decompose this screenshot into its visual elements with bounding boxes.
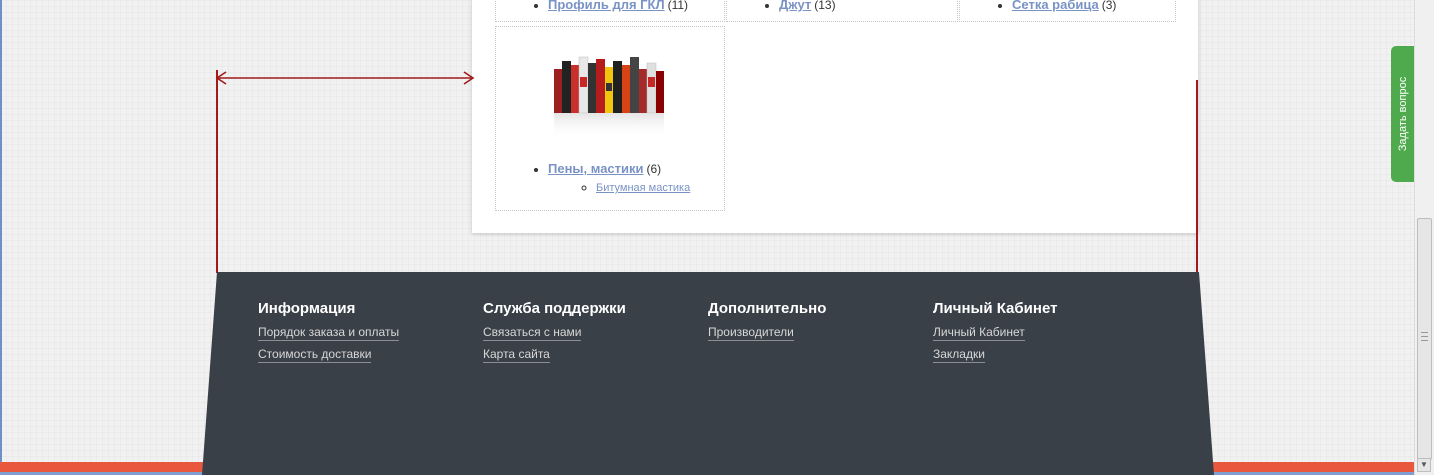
footer-link-order[interactable]: Порядок заказа и оплаты [258, 325, 400, 341]
category-cell: Сетка рабица(3) [959, 0, 1176, 22]
category-count: (3) [1101, 0, 1117, 12]
footer-column-info: Информация Порядок заказа и оплаты Стоим… [258, 300, 400, 369]
footer-link-manufacturers[interactable]: Производители [708, 325, 794, 341]
category-link[interactable]: Джут [779, 0, 811, 12]
category-link[interactable]: Сетка рабица [1012, 0, 1099, 12]
scroll-down-icon[interactable]: ▼ [1417, 458, 1431, 472]
category-count: (11) [667, 0, 689, 12]
category-cell: Джут(13) [726, 0, 958, 22]
product-image[interactable] [550, 47, 670, 145]
annotation-line-right [1196, 80, 1198, 273]
window-edge [0, 0, 2, 475]
footer-title: Личный Кабинет [933, 300, 1058, 317]
scrollbar-thumb[interactable] [1417, 218, 1432, 460]
footer-title: Служба поддержки [483, 300, 626, 317]
category-link[interactable]: Профиль для ГКЛ [548, 0, 665, 12]
category-count: (6) [646, 162, 662, 176]
ask-question-tab[interactable]: Задать вопрос [1391, 46, 1414, 182]
footer-column-account: Личный Кабинет Личный Кабинет Закладки [933, 300, 1057, 369]
footer-column-support: Служба поддержки Связаться с нами Карта … [483, 300, 626, 369]
footer-link-account[interactable]: Личный Кабинет [933, 325, 1025, 341]
footer-link-bookmarks[interactable]: Закладки [933, 347, 985, 363]
footer-title: Информация [258, 300, 356, 317]
vertical-scrollbar[interactable]: ▼ [1414, 0, 1433, 475]
footer-link-contact[interactable]: Связаться с нами [483, 325, 582, 341]
footer-link-delivery[interactable]: Стоимость доставки [258, 347, 372, 363]
category-cell-foams: Пены, мастики(6) Битумная мастика [495, 26, 725, 211]
ask-question-label: Задать вопрос [1396, 76, 1409, 152]
category-count: (13) [814, 0, 836, 12]
annotation-line-left [216, 70, 218, 273]
footer-title: Дополнительно [708, 300, 827, 317]
site-footer: Информация Порядок заказа и оплаты Стоим… [202, 272, 1214, 475]
annotation-arrow [215, 71, 475, 85]
subcategory-link[interactable]: Битумная мастика [596, 182, 690, 194]
footer-column-extra: Дополнительно Производители [708, 300, 826, 347]
grip-icon [1421, 332, 1428, 341]
category-cell: Профиль для ГКЛ(11) [495, 0, 725, 22]
footer-link-sitemap[interactable]: Карта сайта [483, 347, 550, 363]
category-panel: Профиль для ГКЛ(11) Джут(13) Сетка рабиц… [472, 0, 1198, 233]
category-link-foams[interactable]: Пены, мастики [548, 161, 644, 176]
